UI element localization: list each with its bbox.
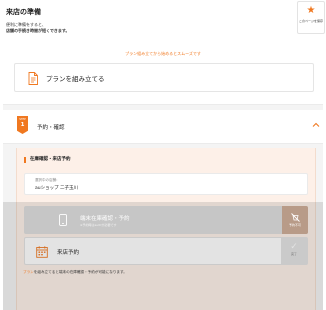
- build-plan-label: プランを組み立てる: [46, 75, 105, 83]
- stock-check-button[interactable]: 端末在庫確認・予約 ※予約時はauIDが必要です 予約不可: [24, 206, 308, 234]
- selected-store-value: auショップ 二子玉川: [35, 186, 79, 191]
- no-reservation-icon: [290, 213, 300, 222]
- step-title: 予約・確認: [37, 125, 65, 131]
- step-badge-label: STEP: [19, 118, 26, 121]
- page-title: 来店の準備: [6, 8, 41, 16]
- stock-check-label: 端末在庫確認・予約: [80, 216, 130, 222]
- plan-hint: プラン組み立てから始めるとスムーズです: [125, 51, 201, 56]
- stock-check-note: ※予約時はauIDが必要です: [80, 223, 117, 227]
- document-icon: [28, 72, 38, 85]
- section-title: 在庫確認・来店予約: [24, 157, 71, 163]
- selected-store-label: 選択中の店舗：: [35, 178, 60, 182]
- description-line-2: 店舗の手続き時間が短くできます。: [6, 28, 70, 33]
- step-badge: STEP 1: [17, 116, 28, 134]
- step-badge-number: 1: [20, 122, 25, 128]
- page-description: 便利に準備をすると、 店舗の手続き時間が短くできます。: [6, 22, 69, 34]
- build-plan-button[interactable]: プランを組み立てる: [14, 63, 314, 92]
- reservation-unavailable-label: 予約不可: [288, 223, 301, 227]
- selected-store-field[interactable]: 選択中の店舗： auショップ 二子玉川: [24, 173, 308, 195]
- star-icon: ★: [306, 5, 316, 16]
- plan-required-text: を組み立てると端末の在庫確認・予約が可能になります。: [33, 270, 127, 274]
- chevron-up-icon[interactable]: [311, 120, 321, 130]
- reservation-unavailable: 予約不可: [282, 206, 308, 234]
- plan-required-note: プランを組み立てると端末の在庫確認・予約が可能になります。: [23, 270, 127, 275]
- plan-link[interactable]: プラン: [23, 270, 34, 274]
- save-page-label: このページを保存: [299, 19, 323, 23]
- device-icon: [59, 214, 67, 226]
- save-page-button[interactable]: ★ このページを保存: [297, 1, 325, 34]
